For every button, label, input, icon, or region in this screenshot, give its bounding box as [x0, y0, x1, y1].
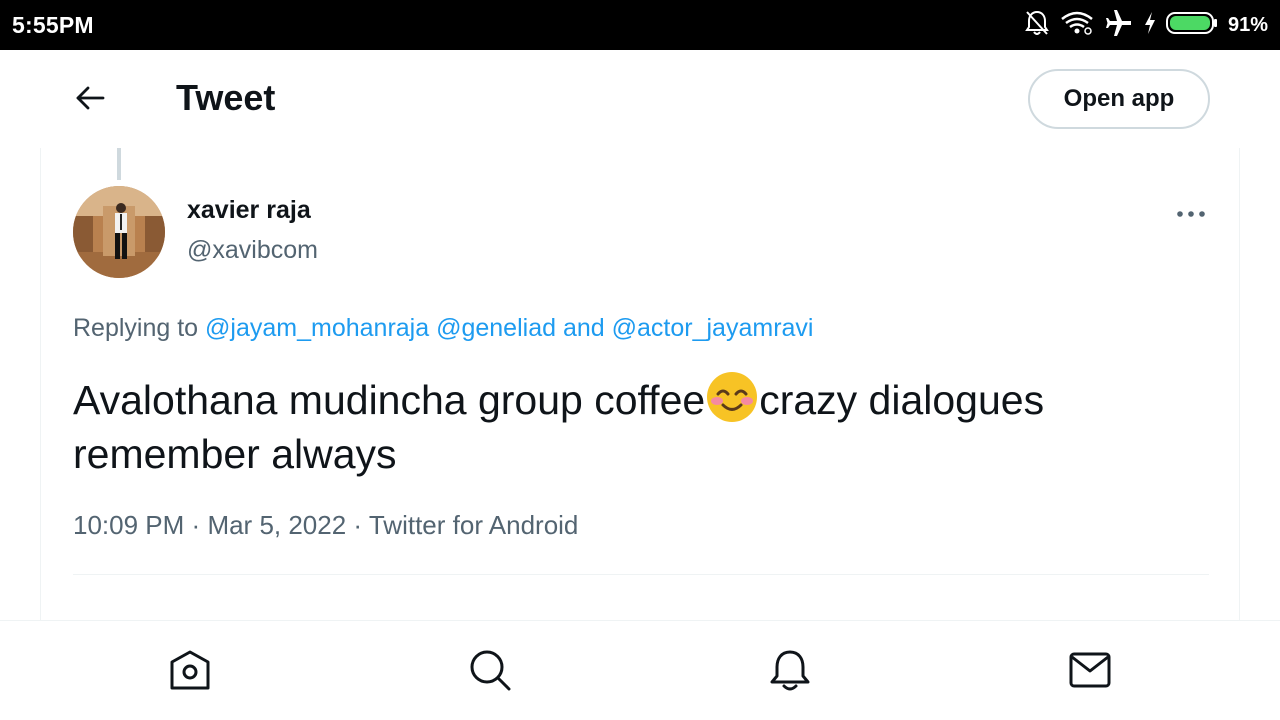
open-app-button[interactable]: Open app	[1028, 69, 1210, 129]
nav-search-button[interactable]	[467, 649, 513, 695]
mention-and[interactable]: and	[563, 314, 605, 342]
author-handle[interactable]: @xavibcom	[187, 236, 318, 265]
tweet-text-part-1: Avalothana mudincha group coffee	[73, 377, 706, 423]
more-horizontal-icon	[1176, 205, 1206, 223]
home-icon	[168, 648, 212, 697]
meta-separator: ·	[353, 510, 363, 540]
arrow-left-icon	[75, 86, 105, 115]
replying-prefix: Replying to	[73, 314, 199, 342]
replying-to: Replying to @jayam_mohanraja @geneliad a…	[73, 314, 813, 343]
tweet-source: Twitter for Android	[368, 510, 579, 540]
page-title: Tweet	[176, 77, 276, 118]
more-options-button[interactable]	[1171, 194, 1211, 234]
airplane-icon	[1104, 9, 1134, 42]
avatar[interactable]	[73, 186, 165, 278]
thread-connector	[117, 148, 121, 180]
tweet-time[interactable]: 10:09 PM	[73, 510, 184, 540]
battery-percent: 91%	[1227, 13, 1268, 36]
top-bar: Tweet Open app	[0, 50, 1280, 148]
battery-icon	[1165, 11, 1218, 40]
bottom-nav	[0, 620, 1280, 720]
bell-icon	[768, 648, 812, 697]
smiling-face-emoji-icon	[705, 370, 759, 424]
notifications-off-icon	[1024, 9, 1050, 42]
charging-icon	[1144, 11, 1156, 40]
mention-link[interactable]: @actor_jayamravi	[612, 314, 814, 342]
nav-messages-button[interactable]	[1067, 649, 1113, 695]
mention-link[interactable]: @jayam_mohanraja	[205, 314, 429, 342]
tweet-card: xavier raja @xavibcom Replying to @jayam…	[40, 148, 1240, 628]
tweet-date[interactable]: Mar 5, 2022	[207, 510, 346, 540]
tweet-text: Avalothana mudincha group coffee crazy di…	[73, 370, 1193, 481]
author-name[interactable]: xavier raja	[187, 196, 311, 225]
nav-home-button[interactable]	[167, 649, 213, 695]
nav-notifications-button[interactable]	[767, 649, 813, 695]
status-icons: 91%	[1024, 9, 1268, 42]
tweet-meta: 10:09 PM · Mar 5, 2022 · Twitter for And…	[73, 510, 578, 541]
status-time: 5:55PM	[12, 12, 94, 38]
mail-icon	[1068, 648, 1112, 697]
meta-separator: ·	[191, 510, 201, 540]
mention-link[interactable]: @geneliad	[436, 314, 556, 342]
wifi-icon	[1060, 10, 1094, 41]
status-bar: 5:55PM 91%	[0, 0, 1280, 50]
divider	[73, 574, 1209, 575]
back-button[interactable]	[68, 78, 112, 122]
search-icon	[468, 648, 512, 697]
